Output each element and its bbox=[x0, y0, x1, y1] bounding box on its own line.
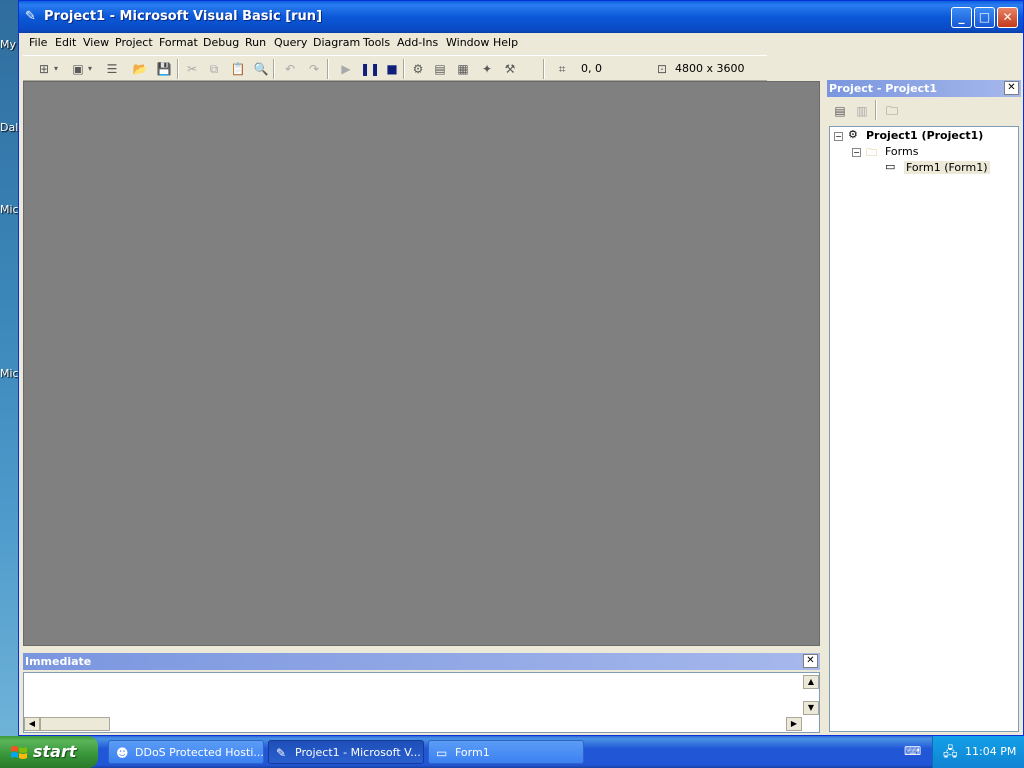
properties-window-icon[interactable]: ▤ bbox=[431, 60, 449, 78]
toggle-folders-icon[interactable]: 🗀 bbox=[883, 102, 901, 120]
menu-query[interactable]: Query bbox=[274, 36, 307, 49]
task-label: DDoS Protected Hosti... bbox=[135, 746, 264, 759]
project-explorer-icon[interactable]: ⚙ bbox=[409, 60, 427, 78]
menu-file[interactable]: File bbox=[29, 36, 47, 49]
toolbar-separator bbox=[273, 59, 275, 79]
maximize-button[interactable]: □ bbox=[974, 7, 995, 28]
dropdown-arrow-icon[interactable]: ▾ bbox=[51, 60, 61, 78]
menu-run[interactable]: Run bbox=[245, 36, 266, 49]
menu-debug[interactable]: Debug bbox=[203, 36, 239, 49]
menu-project[interactable]: Project bbox=[115, 36, 153, 49]
redo-icon[interactable]: ↷ bbox=[305, 60, 323, 78]
mdi-workspace[interactable] bbox=[23, 81, 820, 646]
vb-main-window: ✎ Project1 - Microsoft Visual Basic [run… bbox=[18, 0, 1024, 736]
menu-tools[interactable]: Tools bbox=[363, 36, 390, 49]
project-explorer-toolbar: ▤ ▥ 🗀 bbox=[827, 98, 1021, 124]
position-readout: 0, 0 bbox=[581, 62, 602, 75]
vb-app-icon: ✎ bbox=[25, 9, 36, 24]
menu-window[interactable]: Window bbox=[446, 36, 489, 49]
menu-bar: File Edit View Project Format Debug Run … bbox=[19, 33, 1023, 53]
save-project-icon[interactable]: 💾 bbox=[155, 60, 173, 78]
object-browser-icon[interactable]: ✦ bbox=[478, 60, 496, 78]
toolbar-separator bbox=[403, 59, 405, 79]
tree-item-forms-folder[interactable]: Forms bbox=[885, 145, 918, 158]
start-icon[interactable]: ▶ bbox=[337, 60, 355, 78]
taskbar-item-form1[interactable]: ▭ Form1 bbox=[428, 740, 584, 764]
minimize-button[interactable]: _ bbox=[951, 7, 972, 28]
copy-icon[interactable]: ⧉ bbox=[205, 60, 223, 78]
toolbar-separator bbox=[543, 59, 545, 79]
keyboard-icon[interactable]: ⌨ bbox=[904, 744, 921, 758]
dropdown-arrow-icon[interactable]: ▾ bbox=[85, 60, 95, 78]
scroll-down-icon[interactable]: ▼ bbox=[803, 701, 819, 715]
window-title: Project1 - Microsoft Visual Basic [run] bbox=[44, 9, 323, 24]
project-icon: ⚙ bbox=[848, 128, 858, 141]
undo-icon[interactable]: ↶ bbox=[281, 60, 299, 78]
immediate-close-button[interactable]: ✕ bbox=[803, 654, 818, 668]
cut-icon[interactable]: ✂ bbox=[183, 60, 201, 78]
tree-item-form1[interactable]: Form1 (Form1) bbox=[904, 161, 990, 174]
clock[interactable]: 11:04 PM bbox=[965, 745, 1016, 758]
menu-view[interactable]: View bbox=[83, 36, 109, 49]
toolbox-icon[interactable]: ⚒ bbox=[501, 60, 519, 78]
menu-diagram[interactable]: Diagram bbox=[313, 36, 360, 49]
paste-icon[interactable]: 📋 bbox=[229, 60, 247, 78]
form-icon: ▭ bbox=[436, 746, 448, 760]
task-label: Form1 bbox=[455, 746, 490, 759]
break-icon[interactable]: ❚❚ bbox=[360, 60, 380, 78]
project-explorer-close-button[interactable]: ✕ bbox=[1004, 81, 1019, 95]
immediate-title[interactable]: Immediate bbox=[23, 653, 820, 670]
position-icon: ⌗ bbox=[558, 62, 566, 76]
horizontal-scroll-thumb[interactable] bbox=[40, 717, 110, 731]
taskbar: start ☻ DDoS Protected Hosti... ✎ Projec… bbox=[0, 736, 1024, 768]
size-icon: ⊡ bbox=[656, 62, 668, 76]
taskbar-item-browser[interactable]: ☻ DDoS Protected Hosti... bbox=[108, 740, 264, 764]
menu-help[interactable]: Help bbox=[493, 36, 518, 49]
project-explorer-title[interactable]: Project - Project1 bbox=[827, 80, 1021, 97]
toolbar-separator bbox=[177, 59, 179, 79]
collapse-icon[interactable]: − bbox=[852, 148, 861, 157]
collapse-icon[interactable]: − bbox=[834, 132, 843, 141]
menu-add-ins[interactable]: Add-Ins bbox=[397, 36, 438, 49]
menu-edit[interactable]: Edit bbox=[55, 36, 76, 49]
menu-format[interactable]: Format bbox=[159, 36, 198, 49]
scroll-right-icon[interactable]: ▶ bbox=[786, 717, 802, 731]
start-button[interactable]: start bbox=[0, 736, 98, 768]
scroll-up-icon[interactable]: ▲ bbox=[803, 675, 819, 689]
desktop-icon-label[interactable]: Mic bbox=[0, 367, 20, 380]
toolbar-separator bbox=[327, 59, 329, 79]
desktop-icon-label[interactable]: Dal bbox=[0, 121, 20, 134]
task-label: Project1 - Microsoft V... bbox=[295, 746, 421, 759]
taskbar-item-vb[interactable]: ✎ Project1 - Microsoft V... bbox=[268, 740, 424, 764]
desktop-icon-label[interactable]: My bbox=[0, 38, 20, 51]
network-icon[interactable]: 🖧 bbox=[943, 743, 958, 765]
title-bar[interactable]: ✎ Project1 - Microsoft Visual Basic [run… bbox=[19, 1, 1023, 33]
tree-item-project[interactable]: Project1 (Project1) bbox=[866, 129, 983, 142]
immediate-text-area[interactable]: ▲ ▼ ◀ ▶ bbox=[23, 672, 820, 733]
find-icon[interactable]: 🔍 bbox=[252, 60, 270, 78]
project-tree: − ⚙ Project1 (Project1) − 🗀 Forms ▭ Form… bbox=[829, 126, 1019, 732]
start-label: start bbox=[33, 742, 77, 761]
scroll-left-icon[interactable]: ◀ bbox=[24, 717, 40, 731]
folder-icon: 🗀 bbox=[866, 146, 877, 159]
desktop-icon-label[interactable]: Mic bbox=[0, 203, 20, 216]
vb-app-icon: ✎ bbox=[276, 746, 287, 760]
toolbar-separator bbox=[875, 100, 877, 120]
open-project-icon[interactable]: 📂 bbox=[131, 60, 149, 78]
form-icon: ▭ bbox=[885, 160, 896, 173]
windows-logo-icon bbox=[11, 746, 27, 759]
close-button[interactable]: ✕ bbox=[997, 7, 1018, 28]
project-explorer: Project - Project1 ✕ ▤ ▥ 🗀 − ⚙ Project1 … bbox=[827, 80, 1021, 735]
browser-icon: ☻ bbox=[116, 746, 129, 760]
system-tray: 🖧 11:04 PM bbox=[932, 736, 1024, 768]
end-icon[interactable]: ■ bbox=[383, 60, 401, 78]
standard-toolbar: ⊞ ▾ ▣ ▾ ☰ 📂 💾 ✂ ⧉ 📋 🔍 ↶ ↷ ▶ ❚❚ ■ ⚙ ▤ ▦ ✦… bbox=[23, 55, 767, 81]
form-layout-icon[interactable]: ▦ bbox=[454, 60, 472, 78]
size-readout: 4800 x 3600 bbox=[675, 62, 745, 75]
view-code-icon[interactable]: ▤ bbox=[831, 102, 849, 120]
menu-editor-icon[interactable]: ☰ bbox=[103, 60, 121, 78]
immediate-window: Immediate ✕ ▲ ▼ ◀ ▶ bbox=[23, 653, 820, 733]
view-object-icon[interactable]: ▥ bbox=[853, 102, 871, 120]
